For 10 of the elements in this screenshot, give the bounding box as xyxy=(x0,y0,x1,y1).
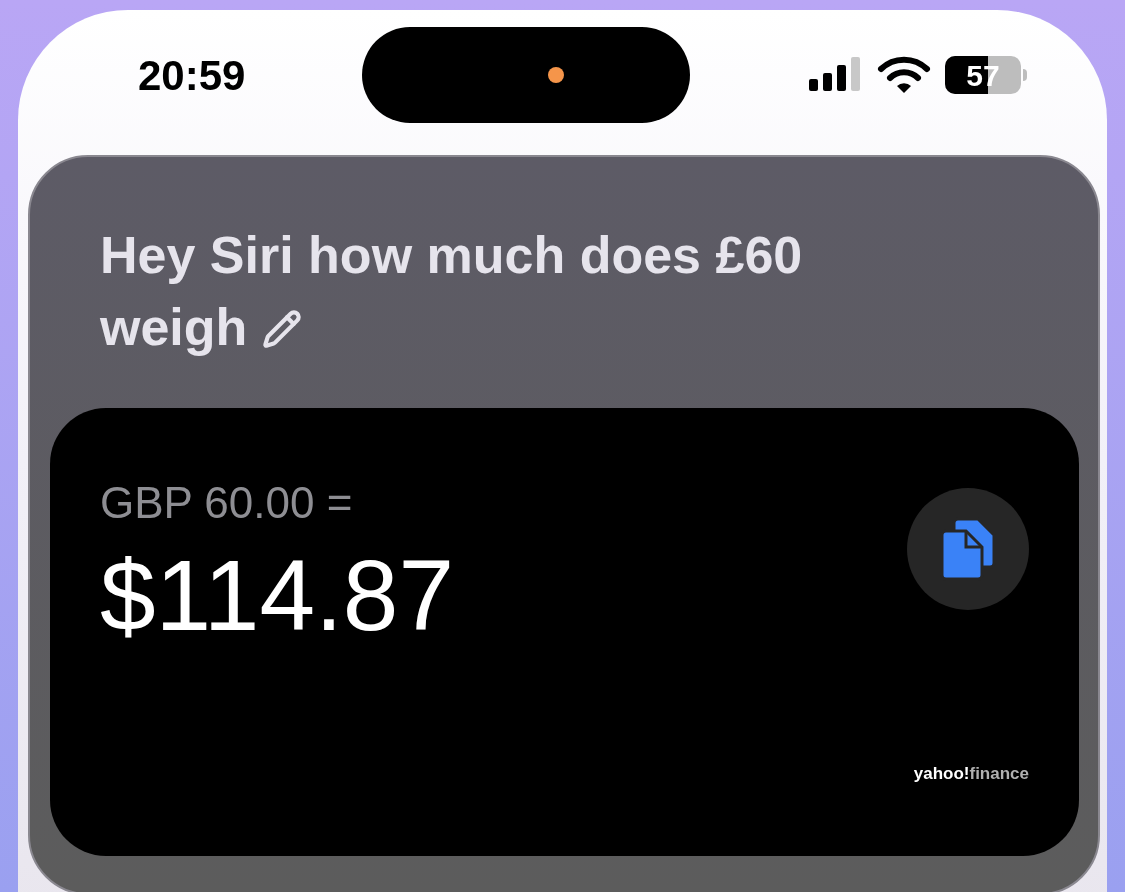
edit-icon[interactable] xyxy=(261,309,302,349)
copy-icon xyxy=(940,517,996,581)
wifi-icon xyxy=(877,55,931,95)
yahoo-finance-logo: yahoo!finance xyxy=(913,762,1029,785)
siri-query[interactable]: Hey Siri how much does £60 weigh xyxy=(100,219,820,363)
conversion-source: GBP 60.00 = xyxy=(100,477,354,529)
clock-time: 20:59 xyxy=(138,50,246,101)
conversion-result: $114.87 xyxy=(100,540,455,650)
signal-icon xyxy=(807,57,863,93)
privacy-indicator-icon xyxy=(548,67,565,83)
